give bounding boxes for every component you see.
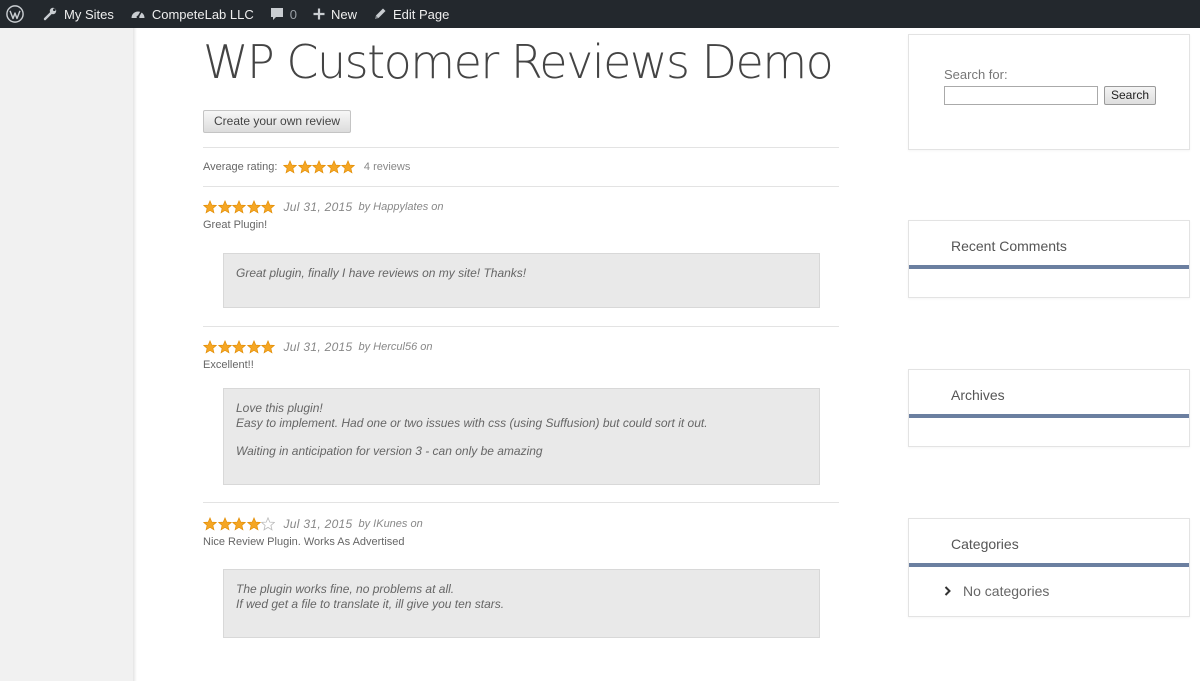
create-review-button[interactable]: Create your own review — [203, 110, 352, 133]
divider — [203, 186, 839, 187]
review-body-line: Easy to implement. Had one or two issues… — [236, 416, 708, 430]
site-name-label: CompeteLab LLC — [151, 6, 254, 22]
comment-bubble-icon — [270, 8, 283, 20]
review-body: Love this plugin! Easy to implement. Had… — [223, 388, 820, 485]
site-name-menu[interactable]: CompeteLab LLC — [122, 0, 262, 28]
search-form: Search — [944, 86, 1189, 105]
star-filled-icon — [217, 200, 232, 214]
review-author: by IKunes on — [358, 518, 423, 530]
divider — [203, 326, 839, 327]
review-body-line: The plugin works fine, no problems at al… — [236, 582, 455, 596]
search-button[interactable]: Search — [1104, 86, 1157, 105]
review-author: by Hercul56 on — [358, 341, 433, 353]
divider — [203, 502, 839, 503]
my-sites-label: My Sites — [64, 6, 114, 22]
comments-menu[interactable]: 0 — [262, 0, 305, 28]
search-label: Search for: — [944, 67, 1008, 82]
wrench-icon — [43, 7, 57, 21]
star-filled-icon — [297, 160, 312, 174]
dashboard-icon — [131, 11, 145, 19]
reviews-count: 4 reviews — [363, 161, 411, 173]
star-filled-icon — [232, 340, 246, 354]
review-date: Jul 31, 2015 — [283, 200, 353, 214]
wordpress-logo-menu[interactable] — [0, 0, 34, 28]
edit-page-link[interactable]: Edit Page — [365, 0, 457, 28]
categories-title: Categories — [909, 519, 1189, 567]
page-title: WP Customer Reviews Demo — [203, 35, 834, 89]
pencil-icon — [375, 8, 386, 19]
average-rating: Average rating: 4 reviews — [203, 148, 839, 186]
review-body-line: Love this plugin! — [236, 401, 323, 415]
star-filled-icon — [261, 200, 275, 214]
search-widget: Search for: Search — [908, 34, 1190, 150]
search-input[interactable] — [944, 86, 1098, 105]
average-rating-label: Average rating: — [203, 161, 278, 173]
review-item: Jul 31, 2015 by IKunes on Nice Review Pl… — [203, 514, 839, 638]
archives-widget: Archives — [908, 369, 1190, 447]
review-body: Great plugin, finally I have reviews on … — [223, 253, 820, 308]
review-title: Excellent!! — [203, 359, 254, 371]
review-title: Nice Review Plugin. Works As Advertised — [203, 536, 405, 548]
review-body-line: If wed get a file to translate it, ill g… — [236, 597, 505, 611]
review-title: Great Plugin! — [203, 219, 268, 231]
comments-count: 0 — [289, 6, 297, 22]
left-background-column — [0, 28, 133, 681]
star-filled-icon — [283, 160, 298, 174]
categories-widget: Categories No categories — [908, 518, 1190, 617]
star-filled-icon — [261, 340, 275, 354]
star-filled-icon — [326, 160, 341, 174]
review-date: Jul 31, 2015 — [283, 517, 353, 531]
review-body-line: Waiting in anticipation for version 3 - … — [236, 444, 543, 458]
star-empty-icon — [261, 517, 275, 531]
star-filled-icon — [246, 200, 261, 214]
left-column-shadow — [133, 28, 137, 681]
category-item: No categories — [909, 567, 1189, 615]
recent-comments-title: Recent Comments — [909, 221, 1189, 269]
review-meta: Jul 31, 2015 by Hercul56 on — [203, 337, 839, 357]
star-filled-icon — [203, 340, 217, 354]
review-body-line — [236, 431, 807, 444]
star-filled-icon — [341, 160, 356, 174]
review-meta: Jul 31, 2015 by IKunes on — [203, 514, 839, 534]
wordpress-icon — [6, 5, 24, 23]
admin-bar: My Sites CompeteLab LLC 0 New Edit Page — [0, 0, 1200, 28]
review-item: Jul 31, 2015 by Hercul56 on Excellent!! … — [203, 337, 839, 485]
chevron-right-icon — [944, 586, 951, 596]
archives-title: Archives — [909, 370, 1189, 418]
edit-page-label: Edit Page — [393, 6, 450, 22]
main-content: WP Customer Reviews Demo Create your own… — [203, 28, 839, 638]
average-rating-stars — [283, 160, 356, 174]
review-item: Jul 31, 2015 by Happylates on Great Plug… — [203, 197, 839, 308]
star-filled-icon — [232, 517, 246, 531]
star-filled-icon — [217, 340, 232, 354]
review-body-line: Great plugin, finally I have reviews on … — [236, 266, 527, 280]
recent-comments-widget: Recent Comments — [908, 220, 1190, 298]
star-filled-icon — [203, 200, 217, 214]
review-stars — [203, 340, 276, 354]
star-filled-icon — [312, 160, 327, 174]
star-filled-icon — [217, 517, 232, 531]
review-stars — [203, 200, 276, 214]
review-date: Jul 31, 2015 — [283, 340, 353, 354]
no-categories-label: No categories — [963, 583, 1050, 599]
review-body: The plugin works fine, no problems at al… — [223, 569, 820, 638]
new-content-menu[interactable]: New — [305, 0, 365, 28]
my-sites-menu[interactable]: My Sites — [34, 0, 122, 28]
plus-icon — [313, 8, 325, 20]
star-filled-icon — [246, 517, 261, 531]
review-stars — [203, 517, 276, 531]
review-meta: Jul 31, 2015 by Happylates on — [203, 197, 839, 217]
star-filled-icon — [232, 200, 246, 214]
star-filled-icon — [246, 340, 261, 354]
star-filled-icon — [203, 517, 217, 531]
review-author: by Happylates on — [358, 201, 444, 213]
new-label: New — [330, 6, 357, 22]
